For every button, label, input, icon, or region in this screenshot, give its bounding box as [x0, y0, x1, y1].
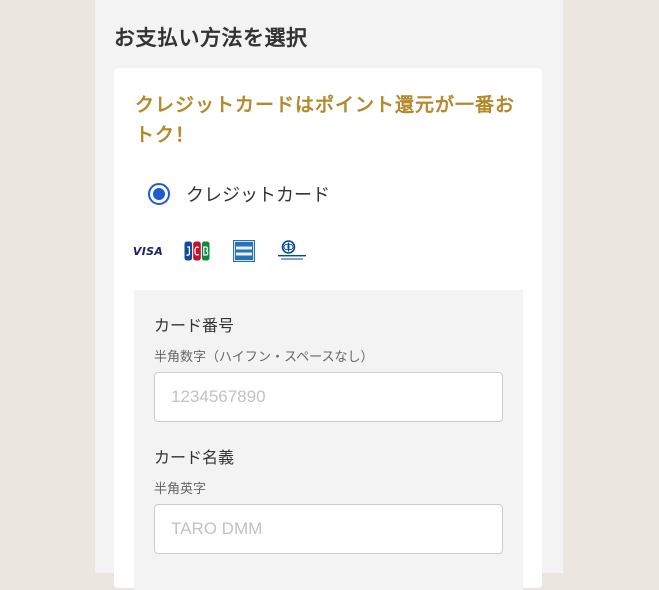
visa-logo-text: VISA — [132, 244, 164, 258]
card-name-hint: 半角英字 — [154, 482, 207, 497]
credit-card-radio[interactable] — [148, 183, 170, 205]
amex-icon — [232, 240, 256, 262]
jcb-icon — [183, 240, 211, 262]
visa-icon: VISA — [133, 240, 163, 262]
credit-card-option-label: クレジットカード — [186, 185, 330, 206]
payment-column: お支払い方法を選択 クレジットカードはポイント還元が一番おトク！ クレジットカー… — [95, 0, 563, 590]
card-name-input[interactable] — [154, 504, 503, 554]
card-number-hint: 半角数字（ハイフン・スペースなし） — [154, 350, 374, 365]
payment-method-card: クレジットカードはポイント還元が一番おトク！ クレジットカード VISA カード… — [114, 68, 542, 590]
card-form-panel: カード番号 半角数字（ハイフン・スペースなし） カード名義 半角英字 — [134, 290, 523, 590]
promo-message: クレジットカードはポイント還元が一番おトク！ — [135, 94, 516, 146]
diners-club-logo-graphic — [278, 240, 306, 260]
credit-card-option[interactable]: クレジットカード — [148, 180, 330, 208]
radio-selected-dot — [153, 188, 165, 200]
card-number-label: カード番号 — [154, 316, 235, 335]
card-name-label: カード名義 — [154, 448, 235, 467]
section-title: お支払い方法を選択 — [114, 26, 308, 50]
amex-logo-graphic — [233, 240, 255, 262]
diners-club-icon — [277, 240, 307, 262]
card-number-input[interactable] — [154, 372, 503, 422]
jcb-logo-graphic — [184, 241, 210, 261]
